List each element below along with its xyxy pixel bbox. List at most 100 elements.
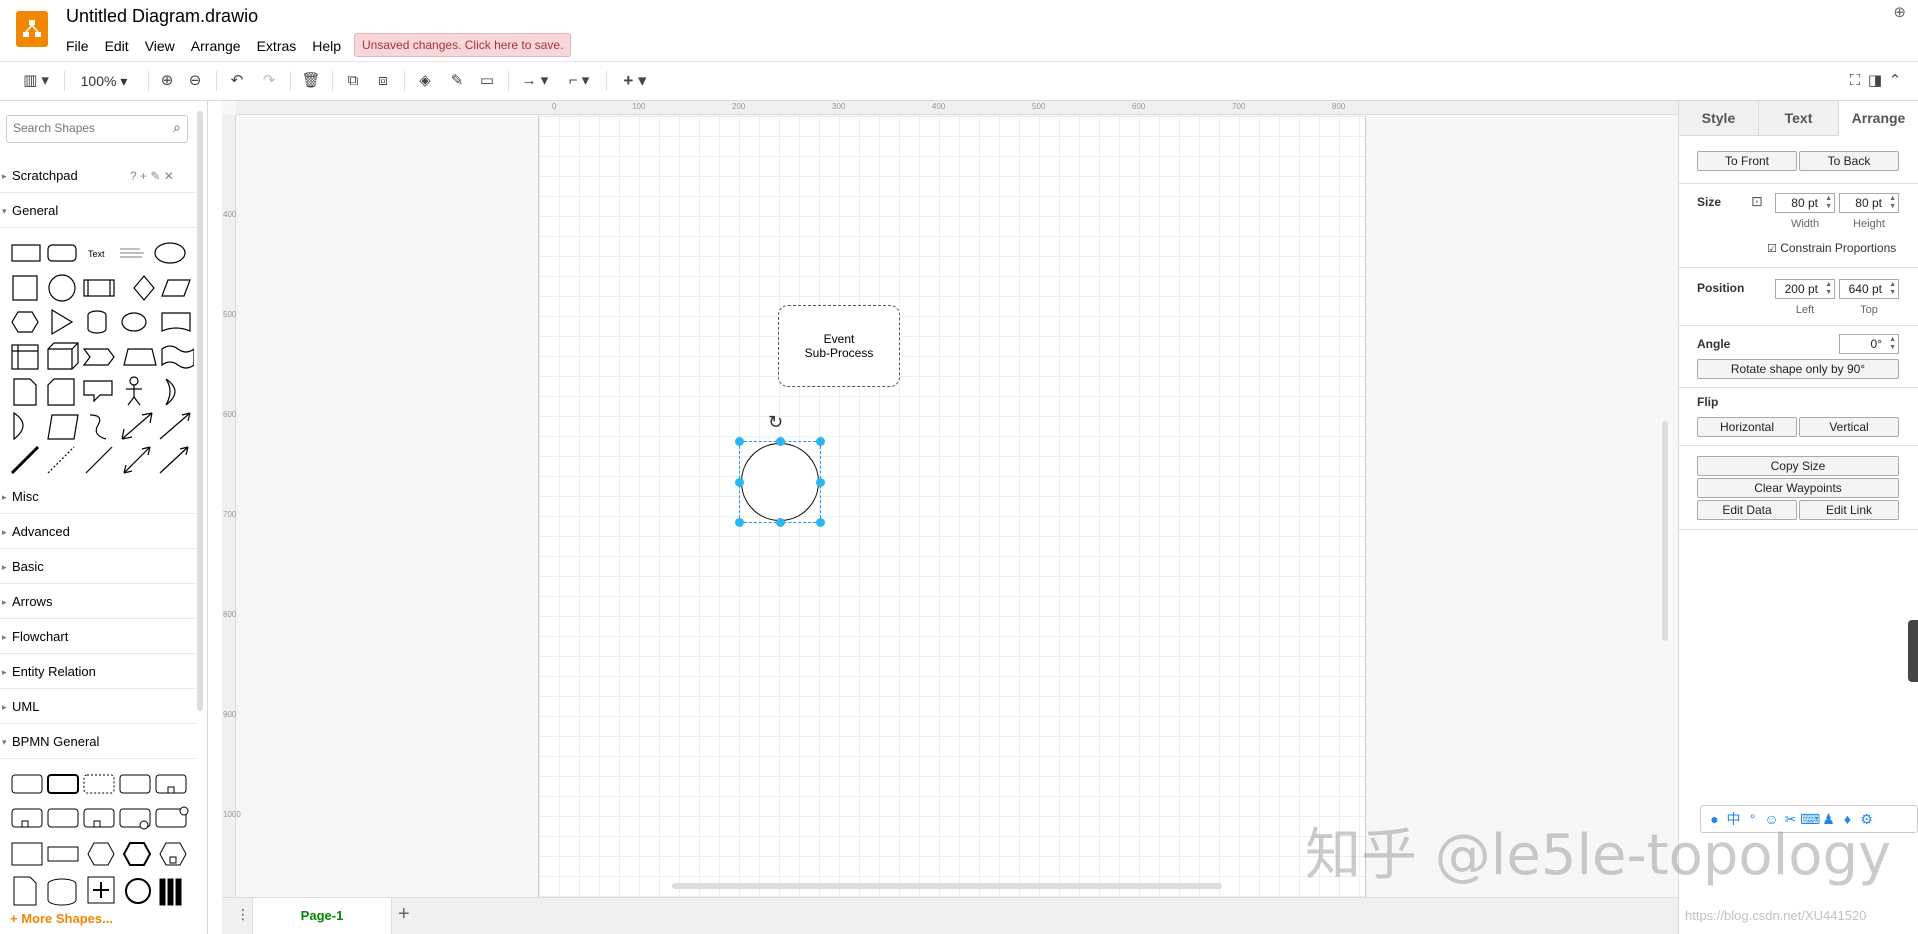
section-uml[interactable]: ▸ UML [0,690,196,724]
tab-page-1[interactable]: Page-1 [252,898,392,934]
document-title[interactable]: Untitled Diagram.drawio [66,6,258,27]
format-panel-toggle-icon[interactable]: ▥ ▾ [18,70,54,92]
section-advanced[interactable]: ▸ Advanced [0,515,196,549]
selected-circle-shape[interactable] [735,437,825,527]
page-menu-icon[interactable]: ⋮ [236,906,250,923]
zoom-out-icon[interactable]: ⊖ [184,70,206,92]
resize-handle[interactable] [735,437,744,446]
fill-color-icon[interactable]: ◈ [414,70,436,92]
shape-label[interactable]: Event Sub-Process [779,332,899,360]
ruler-tick: 100 [632,102,646,111]
zoom-in-icon[interactable]: ⊕ [156,70,178,92]
flip-vertical-button[interactable]: Vertical [1799,417,1899,437]
search-shapes-input[interactable] [13,121,163,135]
to-back-button[interactable]: To Back [1799,151,1899,171]
drawio-logo[interactable] [16,11,48,47]
angle-input[interactable]: 0° ▲ ▼ [1839,334,1899,354]
scratchpad-tools[interactable]: ? + ✎ ✕ [130,159,174,193]
width-input[interactable]: 80 pt ▲ ▼ [1775,193,1835,213]
shadow-icon[interactable]: ▭ [476,70,498,92]
insert-icon[interactable]: + ▾ [618,70,652,92]
ruler-tick: 400 [223,210,237,219]
to-back-icon[interactable]: ⧈ [372,70,394,92]
resize-handle[interactable] [776,518,785,527]
section-general[interactable]: ▾ General [0,194,196,228]
connection-style-icon[interactable]: → ▾ [518,70,552,92]
diagram-page[interactable] [538,116,1366,897]
width-value: 80 pt [1791,196,1818,210]
resize-handle[interactable] [776,437,785,446]
to-front-button[interactable]: To Front [1697,151,1797,171]
collapse-icon[interactable]: ⌃ [1886,70,1904,92]
search-icon[interactable]: ⌕ [173,119,181,136]
height-input[interactable]: 80 pt ▲ ▼ [1839,193,1899,213]
tab-style[interactable]: Style [1679,101,1759,136]
section-label: UML [12,699,40,714]
left-input[interactable]: 200 pt ▲ ▼ [1775,279,1835,299]
horizontal-scrollbar[interactable] [672,883,1222,889]
add-page-icon[interactable]: + [398,903,410,926]
fullscreen-icon[interactable]: ⛶ [1846,70,1864,92]
spinner-icon[interactable]: ▲ ▼ [1889,281,1896,297]
autosize-icon[interactable]: ⊡ [1751,193,1763,210]
top-input[interactable]: 640 pt ▲ ▼ [1839,279,1899,299]
line-color-icon[interactable]: ✎ [446,70,468,92]
spinner-icon[interactable]: ▲ ▼ [1889,195,1896,211]
shapes-sidebar: ⌕ ▸ Scratchpad ? + ✎ ✕ ▾ General Text [0,101,208,934]
rotate-handle-icon[interactable]: ↻ [768,412,783,433]
more-shapes-link[interactable]: + More Shapes... [10,911,113,926]
section-flowchart[interactable]: ▸ Flowchart [0,620,196,654]
edit-link-button[interactable]: Edit Link [1799,500,1899,520]
vertical-scrollbar[interactable] [1662,421,1668,641]
rotate-90-button[interactable]: Rotate shape only by 90° [1697,359,1899,379]
zoom-dropdown[interactable]: 100% ▾ [74,70,134,92]
section-basic[interactable]: ▸ Basic [0,550,196,584]
general-text-shape: Text [88,249,105,259]
spinner-icon[interactable]: ▲ ▼ [1825,195,1832,211]
resize-handle[interactable] [735,518,744,527]
redo-icon[interactable]: ↷ [258,70,280,92]
to-front-icon[interactable]: ⧉ [342,70,364,92]
menu-help[interactable]: Help [304,36,349,56]
menu-edit[interactable]: Edit [97,36,137,56]
resize-handle[interactable] [816,478,825,487]
section-arrows[interactable]: ▸ Arrows [0,585,196,619]
unsaved-changes-notice[interactable]: Unsaved changes. Click here to save. [354,33,572,57]
edit-data-button[interactable]: Edit Data [1697,500,1797,520]
language-globe-icon[interactable]: ⊕ [1893,3,1906,21]
bpmn-shapes-grid[interactable] [8,769,194,909]
resize-handle[interactable] [735,478,744,487]
copy-size-button[interactable]: Copy Size [1697,456,1899,476]
constrain-proportions-checkbox[interactable]: ☑ Constrain Proportions [1767,241,1896,255]
section-bpmn-general[interactable]: ▾ BPMN General [0,725,196,759]
chevron-right-icon: ▸ [2,171,7,181]
spinner-icon[interactable]: ▲ ▼ [1889,336,1896,352]
ruler-tick: 200 [732,102,746,111]
tab-text[interactable]: Text [1759,101,1839,136]
spinner-icon[interactable]: ▲ ▼ [1825,281,1832,297]
flip-horizontal-button[interactable]: Horizontal [1697,417,1797,437]
general-shapes-grid[interactable]: Text [8,235,194,475]
menu-file[interactable]: File [58,36,97,56]
clear-waypoints-button[interactable]: Clear Waypoints [1697,478,1899,498]
format-panel-icon[interactable]: ◨ [1866,70,1884,92]
menu-arrange[interactable]: Arrange [183,36,249,56]
menu-view[interactable]: View [137,36,183,56]
waypoints-icon[interactable]: ⌐ ▾ [562,70,596,92]
menu-extras[interactable]: Extras [249,36,305,56]
zoom-value: 100% [80,73,117,89]
undo-icon[interactable]: ↶ [226,70,248,92]
resize-handle[interactable] [816,518,825,527]
side-widget-tab[interactable] [1908,620,1918,682]
circle-shape[interactable] [741,443,819,521]
delete-icon[interactable]: 🗑 [300,70,322,92]
resize-handle[interactable] [816,437,825,446]
section-label: BPMN General [12,734,100,749]
event-sub-process-shape[interactable]: Event Sub-Process [778,305,900,387]
section-scratchpad[interactable]: ▸ Scratchpad ? + ✎ ✕ [0,159,196,193]
section-entity-relation[interactable]: ▸ Entity Relation [0,655,196,689]
section-misc[interactable]: ▸ Misc [0,480,196,514]
sidebar-scrollbar[interactable] [197,111,203,711]
tab-arrange[interactable]: Arrange [1839,101,1918,136]
diagram-canvas[interactable]: 0 100 200 300 400 500 600 700 800 400 50… [222,101,1678,897]
